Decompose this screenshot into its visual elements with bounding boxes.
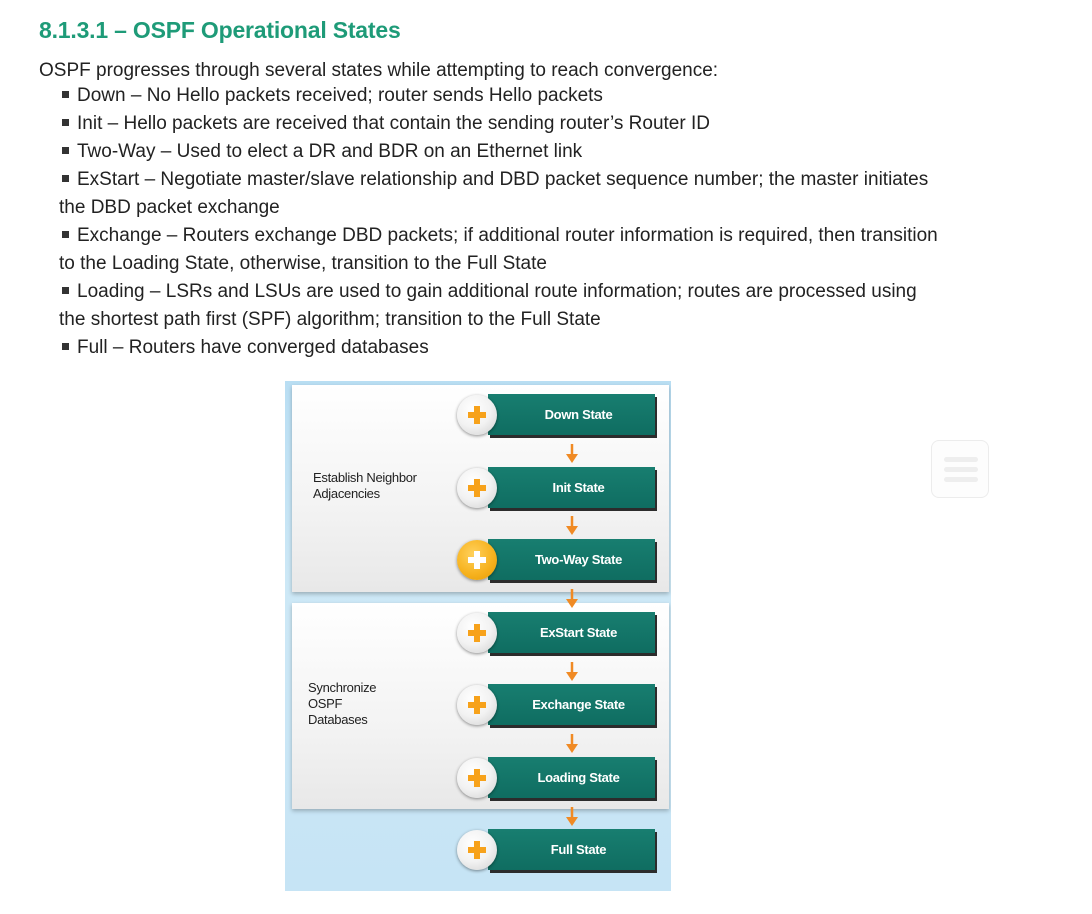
state-label: Full State (488, 829, 655, 870)
list-item-text: Loading – LSRs and LSUs are used to gain… (59, 281, 917, 330)
bullet-icon (62, 118, 69, 126)
list-item-text: Down – No Hello packets received; router… (77, 85, 603, 106)
state-label: ExStart State (488, 612, 655, 653)
list-item: Down – No Hello packets received; router… (59, 82, 939, 110)
plus-icon[interactable] (457, 613, 497, 653)
arrow-down-icon (566, 589, 578, 608)
bullet-icon (62, 174, 69, 182)
plus-icon[interactable] (457, 468, 497, 508)
state-loading[interactable]: Loading State (457, 757, 656, 801)
state-label: Exchange State (488, 684, 655, 725)
list-item-text: Exchange – Routers exchange DBD packets;… (59, 225, 938, 274)
state-label: Down State (488, 394, 655, 435)
state-two-way[interactable]: Two-Way State (457, 539, 656, 583)
state-full[interactable]: Full State (457, 829, 656, 873)
state-label: Two-Way State (488, 539, 655, 580)
list-item: Loading – LSRs and LSUs are used to gain… (59, 278, 939, 334)
ospf-states-list: Down – No Hello packets received; router… (59, 82, 939, 362)
plus-icon[interactable] (457, 830, 497, 870)
plus-icon[interactable] (457, 685, 497, 725)
arrow-down-icon (566, 662, 578, 681)
page-title: 8.1.3.1 – OSPF Operational States (39, 17, 401, 44)
plus-icon[interactable] (457, 540, 497, 580)
arrow-down-icon (566, 807, 578, 826)
state-exstart[interactable]: ExStart State (457, 612, 656, 656)
list-item-text: ExStart – Negotiate master/slave relatio… (59, 169, 929, 218)
list-item-text: Two-Way – Used to elect a DR and BDR on … (77, 141, 583, 162)
state-label: Init State (488, 467, 655, 508)
intro-text: OSPF progresses through several states w… (39, 60, 719, 81)
state-init[interactable]: Init State (457, 467, 656, 511)
list-icon[interactable] (931, 440, 989, 498)
list-item-text: Init – Hello packets are received that c… (77, 113, 710, 134)
state-label: Loading State (488, 757, 655, 798)
ospf-states-diagram: Establish Neighbor Adjacencies Synchroni… (285, 381, 671, 891)
list-item: Two-Way – Used to elect a DR and BDR on … (59, 138, 939, 166)
list-item: Init – Hello packets are received that c… (59, 110, 939, 138)
arrow-down-icon (566, 734, 578, 753)
state-exchange[interactable]: Exchange State (457, 684, 656, 728)
bullet-icon (62, 146, 69, 154)
bullet-icon (62, 230, 69, 238)
bullet-icon (62, 286, 69, 294)
list-item: Full – Routers have converged databases (59, 334, 939, 362)
list-item-text: Full – Routers have converged databases (77, 337, 429, 358)
bullet-icon (62, 342, 69, 350)
arrow-down-icon (566, 444, 578, 463)
list-item: ExStart – Negotiate master/slave relatio… (59, 166, 939, 222)
plus-icon[interactable] (457, 395, 497, 435)
list-item: Exchange – Routers exchange DBD packets;… (59, 222, 939, 278)
sync-group-label: Synchronize OSPF Databases (308, 680, 377, 727)
arrow-down-icon (566, 516, 578, 535)
bullet-icon (62, 90, 69, 98)
state-down[interactable]: Down State (457, 394, 656, 438)
plus-icon[interactable] (457, 758, 497, 798)
neighbor-group-label: Establish Neighbor Adjacencies (313, 470, 417, 501)
